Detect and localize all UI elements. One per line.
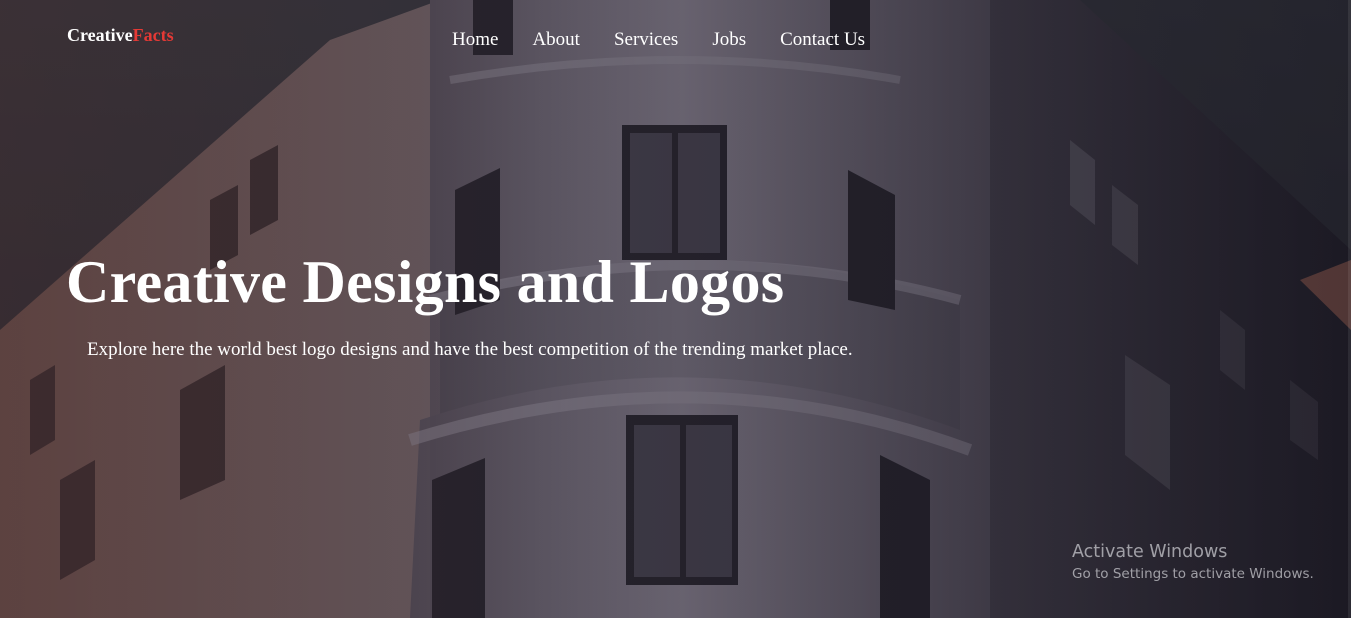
brand-name-accent: Facts <box>132 25 174 45</box>
watermark-subtitle: Go to Settings to activate Windows. <box>1072 566 1314 582</box>
nav-item-jobs[interactable]: Jobs <box>712 29 746 51</box>
brand-logo[interactable]: CreativeFacts <box>67 25 174 46</box>
nav-item-contact-us[interactable]: Contact Us <box>780 29 865 51</box>
hero-subtitle: Explore here the world best logo designs… <box>87 339 853 360</box>
nav-item-about[interactable]: About <box>532 29 580 51</box>
nav-item-services[interactable]: Services <box>614 29 678 51</box>
watermark-title: Activate Windows <box>1072 542 1228 562</box>
brand-name-main: Creative <box>67 25 133 45</box>
hero-title: Creative Designs and Logos <box>66 249 785 315</box>
nav-item-home[interactable]: Home <box>452 29 498 51</box>
windows-activation-watermark: Activate Windows Go to Settings to activ… <box>1072 541 1314 585</box>
main-navigation: Home About Services Jobs Contact Us <box>452 29 865 51</box>
